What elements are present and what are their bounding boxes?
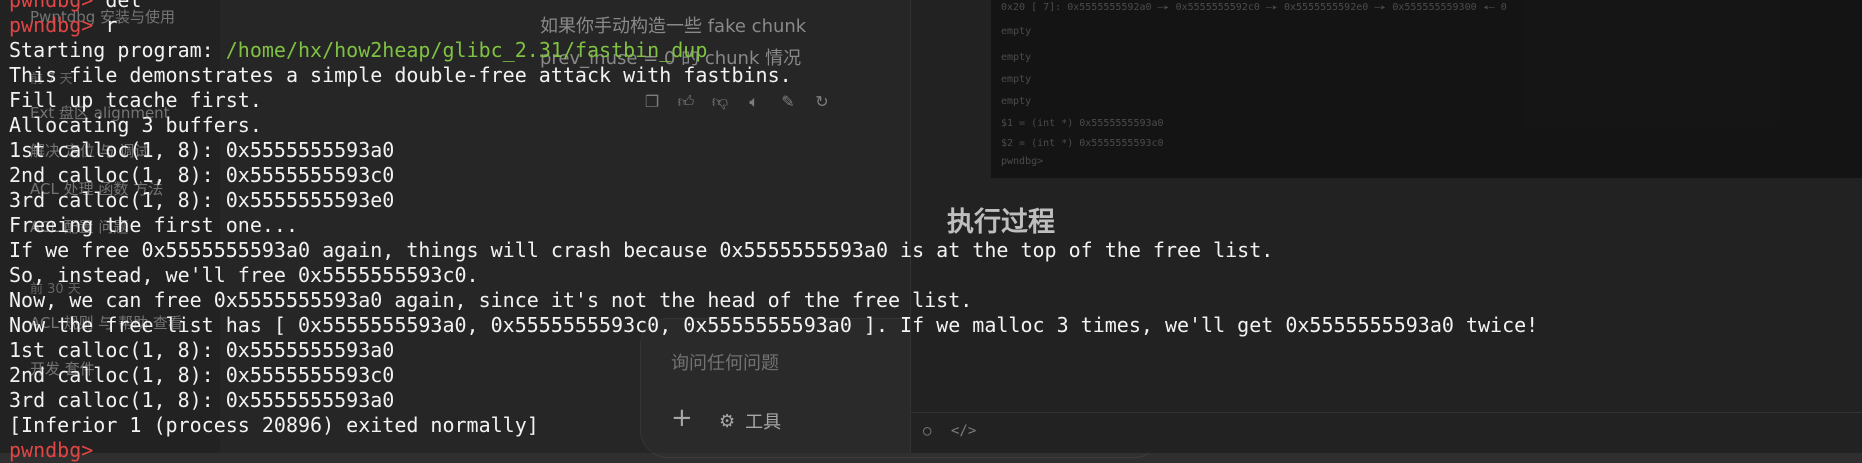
terminal-line: If we free 0x5555555593a0 again, things … [9,238,1538,263]
terminal-line: Fill up tcache first. [9,88,1538,113]
terminal-line: 1st calloc(1, 8): 0x5555555593a0 [9,138,1538,163]
terminal-line: Now, we can free 0x5555555593a0 again, s… [9,288,1538,313]
terminal-line: So, instead, we'll free 0x5555555593c0. [9,263,1538,288]
output-text: This file demonstrates a simple double-f… [9,63,792,87]
output-text: Now the free list has [ 0x5555555593a0, … [9,313,1539,337]
output-text: 1st calloc(1, 8): 0x5555555593a0 [9,138,395,162]
output-text: So, instead, we'll free 0x5555555593c0. [9,263,479,287]
output-text: 1st calloc(1, 8): 0x5555555593a0 [9,338,395,362]
output-text: del [105,0,142,12]
output-text: Allocating 3 buffers. [9,113,262,137]
output-text: If we free 0x5555555593a0 again, things … [9,238,1274,262]
output-text: Starting program: [9,38,226,62]
shell-prompt: pwndbg> [9,438,106,462]
output-text: 3rd calloc(1, 8): 0x5555555593a0 [9,388,395,412]
output-text: 2nd calloc(1, 8): 0x5555555593c0 [9,363,395,387]
terminal-line: 1st calloc(1, 8): 0x5555555593a0 [9,338,1538,363]
terminal-line: pwndbg> r [9,13,1538,38]
shell-prompt: pwndbg> [9,13,106,37]
terminal-line: 3rd calloc(1, 8): 0x5555555593e0 [9,188,1538,213]
terminal-line: 2nd calloc(1, 8): 0x5555555593c0 [9,163,1538,188]
shell-prompt: pwndbg> [9,0,106,12]
terminal-line: 2nd calloc(1, 8): 0x5555555593c0 [9,363,1538,388]
output-text: [Inferior 1 (process 20896) exited norma… [9,413,539,437]
terminal-line: Allocating 3 buffers. [9,113,1538,138]
terminal-line: This file demonstrates a simple double-f… [9,63,1538,88]
terminal-line: Now the free list has [ 0x5555555593a0, … [9,313,1538,338]
terminal-line: Starting program: /home/hx/how2heap/glib… [9,38,1538,63]
output-text: Freeing the first one... [9,213,298,237]
output-text: Now, we can free 0x5555555593a0 again, s… [9,288,973,312]
terminal-window[interactable]: pwndbg> del pwndbg> r Starting program: /h… [0,0,1862,462]
terminal-line: [Inferior 1 (process 20896) exited norma… [9,413,1538,438]
program-path: /home/hx/how2heap/glibc_2.31/fastbin_dup [225,38,708,62]
output-text: r [105,13,118,37]
terminal-line: Freeing the first one... [9,213,1538,238]
terminal-line: pwndbg> del [9,0,1538,13]
terminal-output: pwndbg> del pwndbg> r Starting program: /h… [9,0,1538,463]
output-text: 3rd calloc(1, 8): 0x5555555593e0 [9,188,395,212]
terminal-line: 3rd calloc(1, 8): 0x5555555593a0 [9,388,1538,413]
terminal-line: pwndbg> [9,438,1538,463]
output-text: 2nd calloc(1, 8): 0x5555555593c0 [9,163,395,187]
output-text: Fill up tcache first. [9,88,262,112]
